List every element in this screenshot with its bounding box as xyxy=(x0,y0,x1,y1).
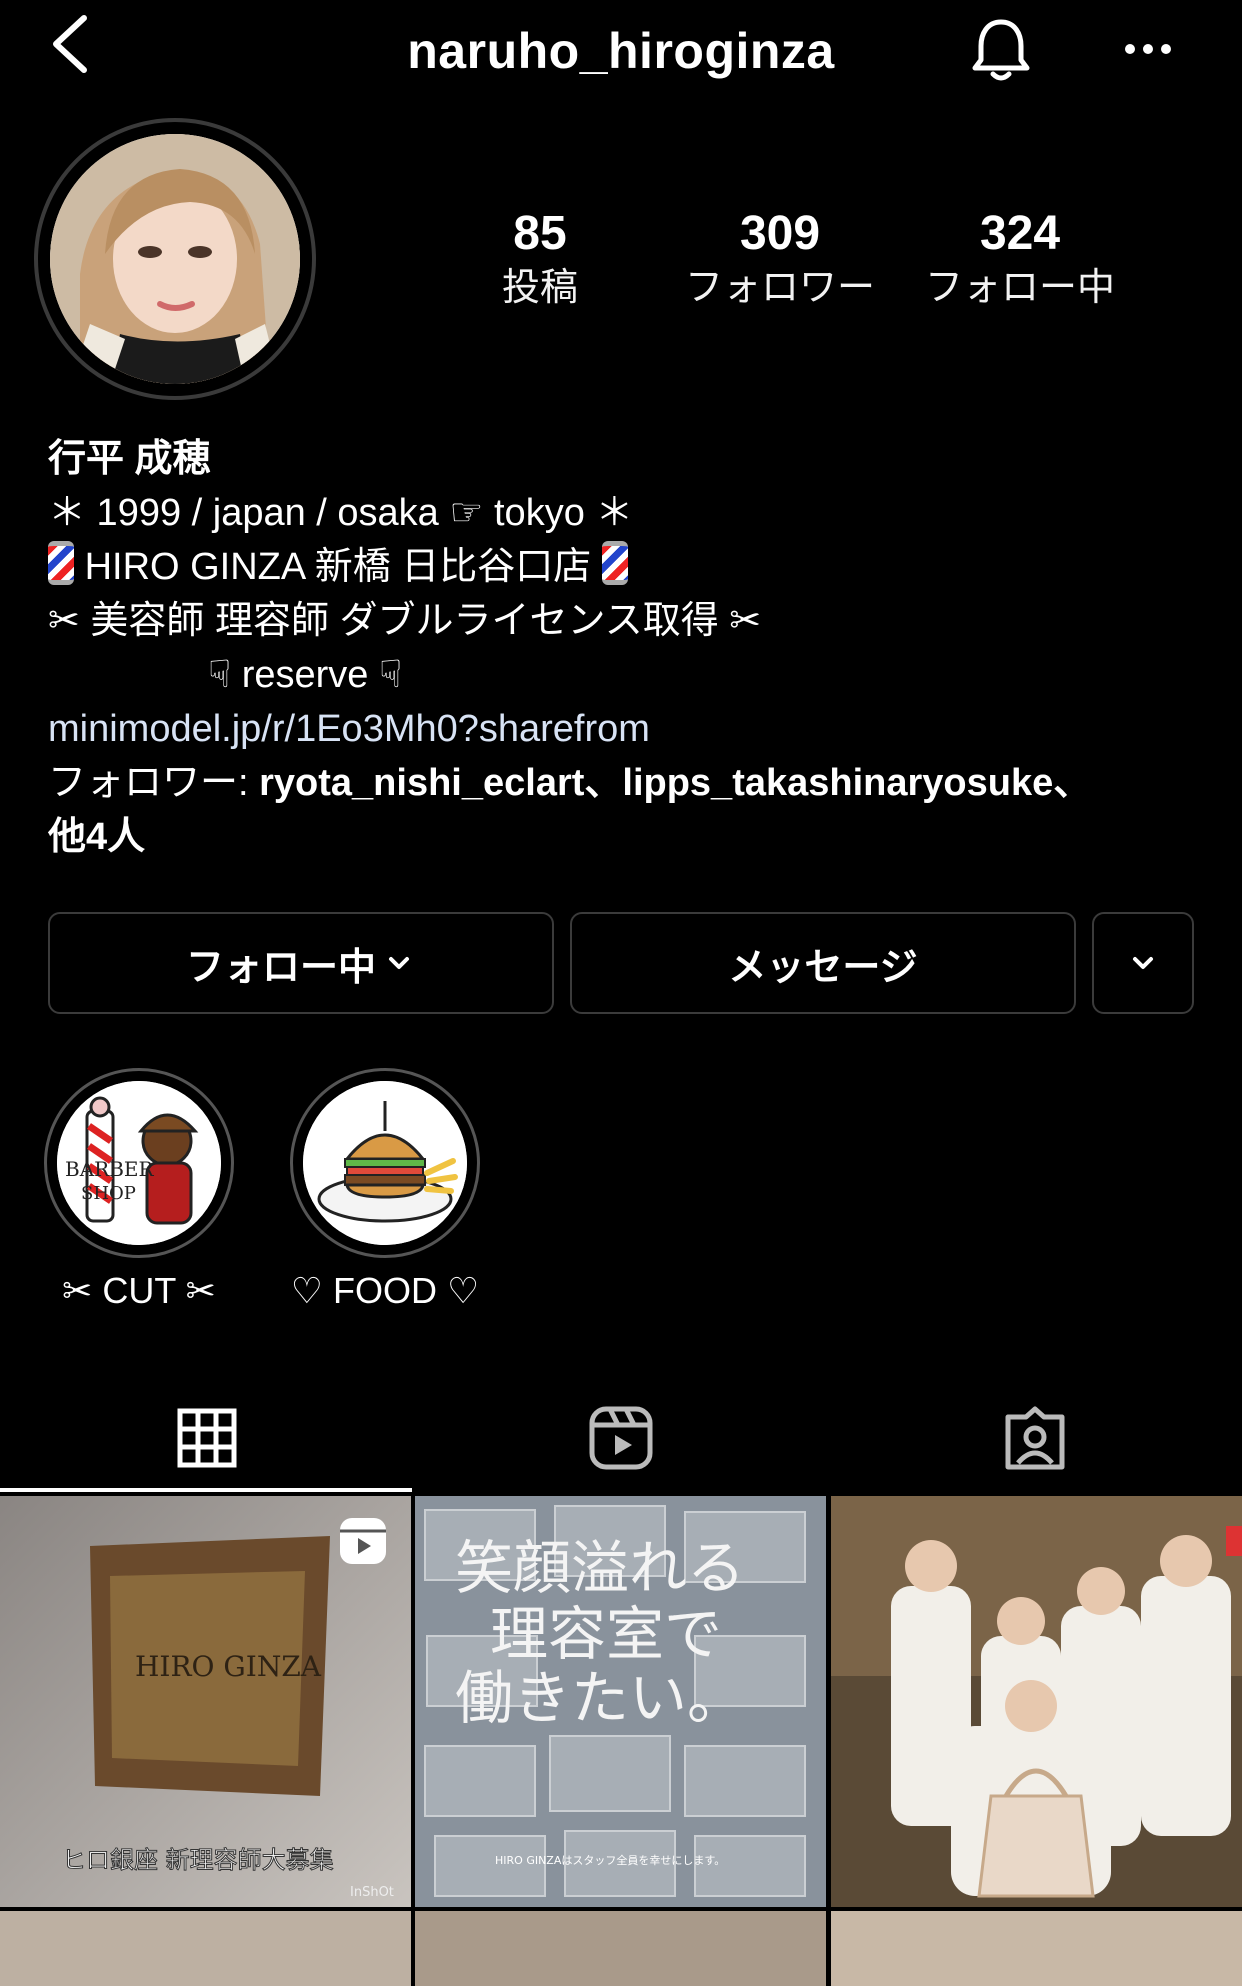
post-2[interactable]: 笑顔溢れる 理容室で 働きたい。 HIRO GINZAはスタッフ全員を幸せにしま… xyxy=(415,1496,826,1907)
following-label: フォロー中 xyxy=(924,267,1115,309)
post-2-headline-3: 働きたい。 xyxy=(455,1664,745,1732)
bio-line-4: ☟ reserve ☟ xyxy=(208,654,403,696)
bio-line-2: HIRO GINZA 新橋 日比谷口店 xyxy=(48,540,1208,594)
profile-photo-image xyxy=(50,134,300,384)
post-5[interactable] xyxy=(415,1911,826,1986)
svg-text:BARBER: BARBER xyxy=(65,1157,154,1181)
profile-bio: 行平 成穂 ＊ 1999 / japan / osaka ☞ tokyo ＊ H… xyxy=(48,432,1208,864)
svg-text:SHOP: SHOP xyxy=(81,1183,136,1204)
followed-by-names: ryota_nishi_eclart、lipps_takashinaryosuk… xyxy=(259,762,1092,804)
post-4[interactable] xyxy=(0,1911,411,1986)
message-button-label: メッセージ xyxy=(728,946,918,989)
stat-followers[interactable]: 309 フォロワー xyxy=(670,205,890,313)
following-button-label: フォロー中 xyxy=(185,946,376,989)
highlight-cut-label: ✂︎ CUT ✂︎ xyxy=(62,1270,216,1311)
grid-icon xyxy=(177,1408,237,1468)
following-count: 324 xyxy=(979,207,1061,260)
post-2-headline-1: 笑顔溢れる xyxy=(455,1534,745,1602)
posts-count: 85 xyxy=(513,207,567,260)
avatar[interactable] xyxy=(50,134,300,384)
more-dots-icon xyxy=(1125,44,1171,54)
posts-label: 投稿 xyxy=(501,267,578,309)
post-2-headline-2: 理容室で xyxy=(490,1600,722,1668)
post-1-watermark: InShOt xyxy=(350,1885,394,1900)
more-options-button[interactable] xyxy=(1120,24,1180,74)
chevron-down-icon xyxy=(1133,957,1153,969)
message-button[interactable]: メッセージ xyxy=(570,912,1076,1014)
post-3[interactable] xyxy=(831,1496,1242,1907)
highlight-food[interactable] xyxy=(290,1068,480,1258)
tab-posts-grid[interactable] xyxy=(0,1388,414,1488)
profile-username: naruho_hiroginza xyxy=(407,23,835,79)
highlight-food-label: ♡ FOOD ♡ xyxy=(290,1270,480,1311)
tab-reels[interactable] xyxy=(414,1388,828,1488)
bio-line-1: ＊ 1999 / japan / osaka ☞ tokyo ＊ xyxy=(48,492,634,534)
followed-by-prefix: フォロワー: xyxy=(48,762,260,804)
chevron-down-icon xyxy=(389,957,409,969)
highlight-cut[interactable]: BARBER SHOP xyxy=(44,1068,234,1258)
stat-posts[interactable]: 85 投稿 xyxy=(430,205,650,313)
post-6[interactable] xyxy=(831,1911,1242,1986)
followers-label: フォロワー xyxy=(684,267,875,309)
followed-by-others[interactable]: 他4人 xyxy=(48,816,145,858)
following-button[interactable]: フォロー中 xyxy=(48,912,554,1014)
suggested-accounts-button[interactable] xyxy=(1092,912,1194,1014)
reel-badge-icon xyxy=(340,1518,386,1564)
post-1-sign-text: HIRO GINZA xyxy=(135,1650,322,1683)
tagged-icon xyxy=(1005,1406,1065,1470)
reels-icon xyxy=(589,1406,653,1470)
barber-shop-image: BARBER SHOP xyxy=(57,1081,221,1245)
tab-tagged[interactable] xyxy=(828,1388,1242,1488)
stat-following[interactable]: 324 フォロー中 xyxy=(910,205,1130,313)
notifications-button[interactable] xyxy=(965,14,1037,86)
followers-count: 309 xyxy=(739,207,821,260)
bio-line-2-text: HIRO GINZA 新橋 日比谷口店 xyxy=(84,546,592,588)
bio-line-3: ✂︎ 美容師 理容師 ダブルライセンス取得 ✂︎ xyxy=(48,600,762,642)
post-1[interactable]: HIRO GINZA ヒロ銀座 新理容師大募集 InShOt xyxy=(0,1496,411,1907)
display-name: 行平 成穂 xyxy=(48,438,211,480)
barber-pole-icon xyxy=(601,541,628,585)
post-1-caption: ヒロ銀座 新理容師大募集 xyxy=(62,1846,334,1874)
bell-icon xyxy=(972,19,1030,81)
post-2-footer: HIRO GINZAはスタッフ全員を幸せにします。 xyxy=(495,1853,725,1867)
bio-link[interactable]: minimodel.jp/r/1Eo3Mh0?sharefrom xyxy=(48,702,1208,756)
barber-pole-icon xyxy=(48,541,74,585)
followed-by[interactable]: フォロワー: ryota_nishi_eclart、lipps_takashin… xyxy=(48,756,1208,810)
burger-image xyxy=(303,1081,467,1245)
active-tab-indicator xyxy=(0,1488,412,1492)
